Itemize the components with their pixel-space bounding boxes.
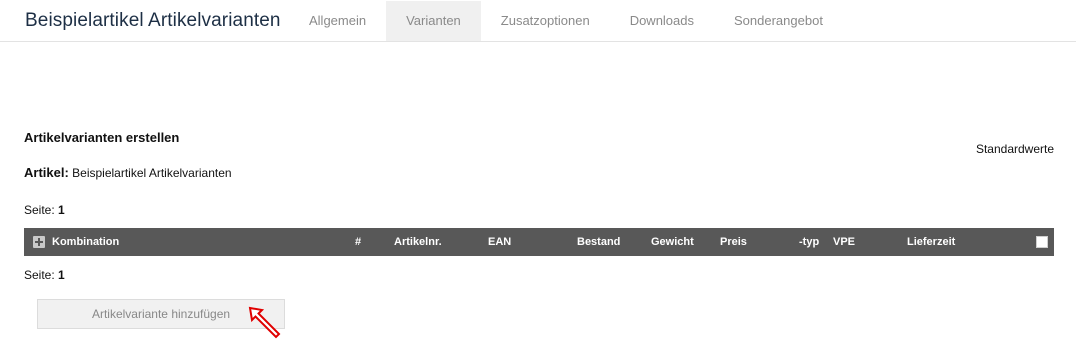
column-header-ean: EAN [488, 236, 512, 248]
tab-allgemein[interactable]: Allgemein [289, 1, 386, 41]
column-header-gewicht: Gewicht [651, 236, 694, 248]
column-header-typ: -typ [799, 236, 820, 248]
column-header-preis: Preis [720, 236, 747, 248]
article-info: Artikel: Beispielartikel Artikelvariante… [24, 165, 232, 180]
column-header-bestand: Bestand [577, 236, 621, 248]
plus-square-icon[interactable] [33, 236, 45, 248]
article-name: Beispielartikel Artikelvarianten [72, 166, 232, 180]
section-title: Artikelvarianten erstellen [24, 130, 180, 145]
column-header-kombination: Kombination [52, 236, 120, 248]
arrow-annotation-icon [248, 306, 281, 339]
tab-zusatzoptionen[interactable]: Zusatzoptionen [481, 1, 610, 41]
page-number: 1 [58, 268, 65, 282]
variants-table-header: Kombination # Artikelnr. EAN Bestand Gew… [24, 228, 1054, 256]
page-label: Seite: [24, 203, 55, 217]
page-indicator-bottom: Seite: 1 [24, 268, 65, 282]
top-navigation-bar: Beispielartikel Artikelvarianten Allgeme… [0, 0, 1076, 42]
tab-varianten[interactable]: Varianten [386, 1, 481, 41]
page-number: 1 [58, 203, 65, 217]
column-header-artikelnr: Artikelnr. [394, 236, 442, 248]
column-header-lieferzeit: Lieferzeit [907, 236, 956, 248]
column-header-number: # [355, 236, 362, 248]
tab-bar: Allgemein Varianten Zusatzoptionen Downl… [289, 1, 843, 41]
article-label: Artikel: [24, 165, 69, 180]
column-header-vpe: VPE [833, 236, 856, 248]
page-title: Beispielartikel Artikelvarianten [25, 10, 281, 31]
select-all-checkbox-icon[interactable] [1036, 236, 1048, 248]
tab-sonderangebot[interactable]: Sonderangebot [714, 1, 843, 41]
page-indicator-top: Seite: 1 [24, 203, 65, 217]
page-label: Seite: [24, 268, 55, 282]
tab-downloads[interactable]: Downloads [610, 1, 714, 41]
standardwerte-link[interactable]: Standardwerte [976, 142, 1054, 156]
